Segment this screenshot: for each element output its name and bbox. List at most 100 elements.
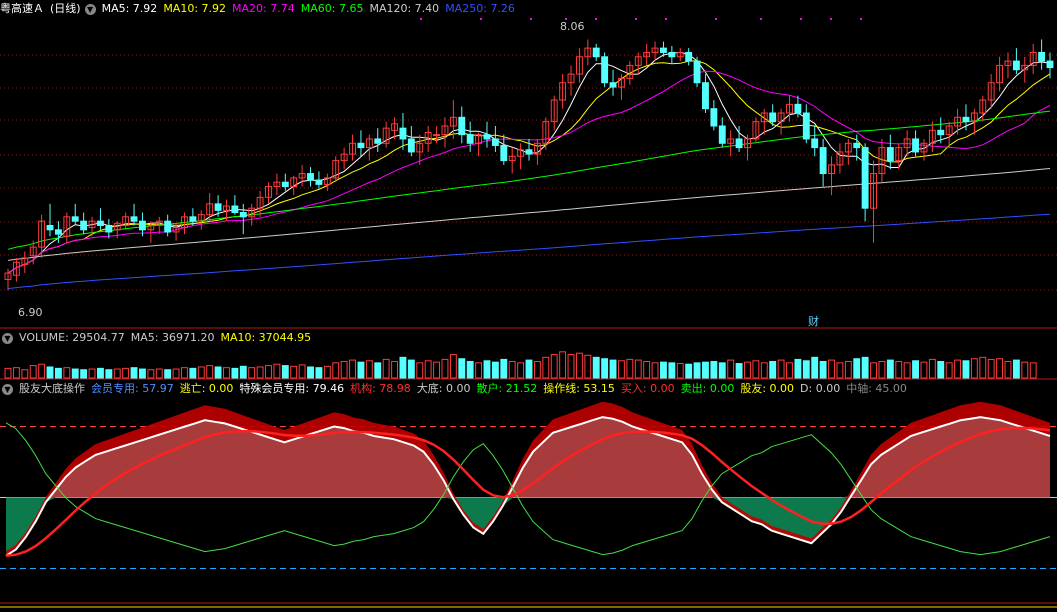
event-dot — [760, 18, 762, 20]
volume-bar — [424, 360, 432, 379]
candle-body — [189, 216, 197, 222]
indicator-legend-item-9: 卖出: 0.00 — [680, 382, 735, 395]
indicator-legend-item-1: 会员专用: 57.97 — [91, 382, 174, 395]
period-label[interactable]: (日线) — [50, 1, 81, 17]
stock-chart: 8.06 6.90 财 — [0, 18, 1057, 608]
volume-bar — [21, 369, 29, 379]
volume-bar — [828, 359, 835, 379]
volume-bar — [1012, 359, 1020, 379]
event-dot — [830, 18, 832, 20]
chevron-down-icon[interactable]: ▼ — [2, 332, 13, 344]
volume-bar — [912, 360, 919, 379]
candle-body — [214, 203, 222, 211]
volume-bar — [407, 359, 415, 379]
volume-bar — [147, 369, 155, 379]
volume-legend-item-2: MA10: 37044.95 — [220, 331, 312, 344]
stock-title[interactable]: 粤高速Ａ — [0, 1, 44, 17]
volume-bar — [979, 356, 987, 379]
candle-body — [601, 56, 609, 84]
volume-bar — [475, 362, 483, 379]
candle-body — [374, 138, 382, 144]
volume-bar — [760, 362, 768, 379]
volume-bar — [710, 360, 718, 379]
candle-body — [483, 134, 491, 140]
volume-bar — [592, 356, 600, 379]
candle-body — [71, 216, 79, 222]
volume-bar — [651, 362, 659, 379]
candle-body — [130, 216, 138, 222]
volume-bar — [265, 365, 272, 379]
volume-bar — [878, 360, 886, 379]
volume-bar — [937, 360, 945, 379]
indicator-legend-item-10: 股友: 0.00 — [740, 382, 795, 395]
volume-bar — [685, 363, 693, 379]
candle-body — [231, 205, 239, 214]
candle-body — [96, 220, 104, 226]
low-price-label: 6.90 — [18, 306, 43, 319]
volume-bar — [660, 361, 667, 379]
candle-body — [281, 181, 289, 188]
volume-bar — [139, 368, 146, 379]
event-dot — [480, 18, 482, 20]
volume-bar — [1004, 360, 1012, 379]
candle-body — [433, 134, 441, 137]
volume-bar — [323, 365, 331, 379]
volume-bar — [970, 358, 978, 379]
ma10-line — [7, 60, 1051, 274]
volume-bar — [744, 361, 751, 379]
indicator-legend-item-5: 大底: 0.00 — [416, 382, 471, 395]
volume-bar — [466, 360, 474, 379]
candle-body — [718, 125, 726, 144]
indicator-legend-item-0: 股友大底操作 — [19, 382, 85, 395]
volume-bar — [54, 367, 62, 379]
volume-bar — [786, 362, 793, 379]
candle-body — [609, 82, 617, 88]
candle-body — [54, 229, 62, 235]
volume-bar — [533, 360, 541, 379]
candle-body — [357, 142, 365, 149]
volume-bar — [332, 362, 340, 379]
ma-legend: MA5: 7.92 MA10: 7.92 MA20: 7.74 MA60: 7.65 M… — [102, 1, 521, 17]
volume-bar — [273, 363, 281, 379]
volume-bar — [508, 360, 516, 379]
volume-bar — [172, 368, 180, 379]
volume-bar — [382, 358, 390, 379]
volume-bar — [391, 360, 398, 379]
high-price-label: 8.06 — [560, 20, 585, 33]
chevron-down-icon[interactable]: ▼ — [84, 3, 96, 15]
chevron-down-icon[interactable]: ▼ — [2, 383, 13, 395]
volume-bar — [298, 364, 306, 379]
volume-bar — [340, 360, 348, 379]
volume-bar — [718, 362, 726, 379]
volume-bar — [189, 367, 197, 379]
candle-body — [794, 103, 802, 114]
volume-bar — [1029, 362, 1037, 379]
candle-body — [307, 173, 314, 181]
volume-bar — [88, 368, 96, 379]
candle-body — [912, 138, 919, 153]
volume-bar — [80, 369, 88, 379]
candle-body — [239, 212, 247, 218]
volume-bar — [853, 358, 861, 379]
candle-body — [702, 82, 709, 110]
candle-body — [685, 51, 693, 62]
volume-bar — [231, 367, 239, 379]
volume-bar — [567, 354, 575, 379]
volume-bar — [802, 360, 810, 379]
candle-body — [315, 179, 323, 185]
volume-legend-item-1: MA5: 36971.20 — [130, 331, 215, 344]
volume-bar — [155, 368, 163, 379]
volume-bar — [365, 360, 373, 379]
event-dot — [715, 18, 717, 20]
volume-bar — [811, 356, 819, 379]
volume-bar — [550, 354, 558, 379]
volume-bar — [819, 360, 827, 379]
volume-bar — [223, 367, 230, 379]
candle-body — [769, 112, 777, 123]
candle-body — [802, 112, 810, 140]
volume-bar — [987, 358, 995, 379]
ma120-line — [7, 168, 1051, 261]
candle-body — [500, 144, 508, 162]
candle-body — [710, 108, 718, 127]
volume-bar — [1021, 361, 1029, 379]
